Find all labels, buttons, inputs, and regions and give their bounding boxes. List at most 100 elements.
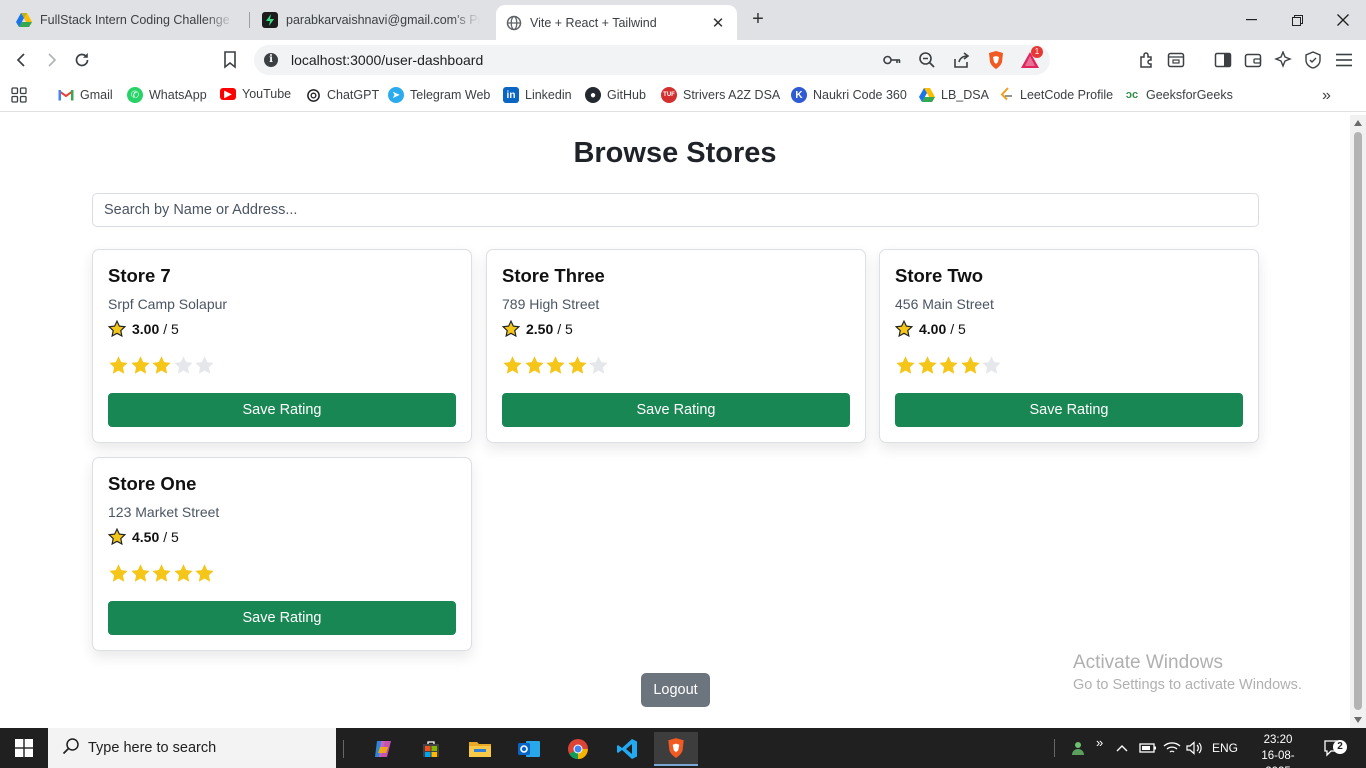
menu-icon[interactable] <box>1332 48 1356 72</box>
bookmark-chatgpt[interactable]: ChatGPT <box>305 87 379 103</box>
bookmark-linkedin[interactable]: in Linkedin <box>503 87 572 103</box>
logout-button[interactable]: Logout <box>641 673 710 707</box>
bookmark-lb-dsa[interactable]: LB_DSA <box>919 87 989 103</box>
save-rating-button[interactable]: Save Rating <box>108 601 456 635</box>
store-search-input[interactable] <box>92 193 1259 227</box>
rating-star-4[interactable] <box>173 562 195 584</box>
rating-star-2[interactable] <box>524 354 546 376</box>
wallet-panel-icon[interactable] <box>1164 48 1188 72</box>
average-rating: 2.50/ 5 <box>501 319 573 338</box>
bookmark-youtube[interactable]: ▶ YouTube <box>220 87 291 101</box>
tab-bolt-project[interactable]: parabkarvaishnavi@gmail.com's Proj <box>252 5 490 35</box>
star-rating-input[interactable] <box>108 354 216 376</box>
wallet-icon[interactable] <box>1241 48 1265 72</box>
rating-star-5[interactable] <box>194 562 216 584</box>
bookmark-strivers[interactable]: TUF Strivers A2Z DSA <box>661 87 780 103</box>
star-rating-input[interactable] <box>108 562 216 584</box>
brave-rewards-icon[interactable]: 1 <box>1020 46 1043 70</box>
close-tab-icon[interactable]: ✕ <box>709 14 727 32</box>
show-hidden-icons-icon[interactable] <box>1115 728 1129 768</box>
volume-icon[interactable] <box>1186 728 1204 768</box>
tab-fullstack-challenge[interactable]: FullStack Intern Coding Challenge - V <box>6 5 244 35</box>
scroll-up-icon[interactable] <box>1354 120 1362 126</box>
rating-star-5[interactable] <box>194 354 216 376</box>
key-icon[interactable] <box>882 50 902 70</box>
language-indicator[interactable]: ENG <box>1212 728 1238 768</box>
microsoft-store-icon[interactable] <box>409 732 453 766</box>
apps-icon[interactable] <box>11 87 27 103</box>
rating-star-1[interactable] <box>895 354 917 376</box>
tab-vite-react[interactable]: Vite + React + Tailwind ✕ <box>496 5 737 40</box>
rating-star-4[interactable] <box>173 354 195 376</box>
address-bar[interactable]: i localhost:3000/user-dashboard 1 <box>254 45 1050 75</box>
sidebar-icon[interactable] <box>1211 48 1235 72</box>
windows-start-icon[interactable] <box>0 728 48 768</box>
star-rating-input[interactable] <box>502 354 610 376</box>
chrome-icon[interactable] <box>556 732 600 766</box>
wifi-icon[interactable] <box>1163 728 1181 768</box>
taskbar-search-box[interactable]: Type here to search <box>48 728 336 768</box>
bookmark-telegram[interactable]: ➤ Telegram Web <box>388 87 490 103</box>
browser-tab-strip: FullStack Intern Coding Challenge - V pa… <box>0 0 1366 40</box>
rating-star-1[interactable] <box>502 354 524 376</box>
rating-star-5[interactable] <box>981 354 1003 376</box>
taskbar-clock[interactable]: 23:20 16-08-2025 <box>1250 732 1306 768</box>
extensions-icon[interactable] <box>1135 48 1159 72</box>
scroll-down-icon[interactable] <box>1354 717 1362 723</box>
vscode-icon[interactable] <box>605 732 649 766</box>
people-icon[interactable] <box>1070 728 1086 768</box>
vpn-icon[interactable] <box>1301 48 1325 72</box>
save-rating-button[interactable]: Save Rating <box>895 393 1243 427</box>
minimize-icon[interactable] <box>1228 0 1274 40</box>
bookmark-gmail[interactable]: Gmail <box>58 87 113 103</box>
star-rating-input[interactable] <box>895 354 1003 376</box>
copilot-icon[interactable] <box>361 732 405 766</box>
outlook-icon[interactable] <box>507 732 551 766</box>
rating-star-3[interactable] <box>151 354 173 376</box>
bookmark-leetcode[interactable]: LeetCode Profile <box>998 87 1113 103</box>
back-icon[interactable] <box>10 48 34 72</box>
rating-star-4[interactable] <box>960 354 982 376</box>
rating-star-1[interactable] <box>108 562 130 584</box>
rating-star-2[interactable] <box>917 354 939 376</box>
file-explorer-icon[interactable] <box>458 732 502 766</box>
leo-ai-icon[interactable] <box>1271 48 1295 72</box>
rating-star-1[interactable] <box>108 354 130 376</box>
telegram-icon: ➤ <box>388 87 404 103</box>
average-rating-value: 3.00 <box>132 321 160 337</box>
brave-browser-icon[interactable] <box>654 732 698 766</box>
share-icon[interactable] <box>951 50 971 70</box>
brave-shields-icon[interactable] <box>986 50 1006 70</box>
page-scrollbar[interactable] <box>1350 115 1366 728</box>
rating-star-2[interactable] <box>130 562 152 584</box>
rating-star-3[interactable] <box>151 562 173 584</box>
rating-star-5[interactable] <box>588 354 610 376</box>
more-bookmarks-icon[interactable]: » <box>1322 87 1331 105</box>
rating-star-3[interactable] <box>938 354 960 376</box>
save-rating-button[interactable]: Save Rating <box>108 393 456 427</box>
close-window-icon[interactable] <box>1320 0 1366 40</box>
bookmark-github[interactable]: ● GitHub <box>585 87 646 103</box>
bookmark-icon[interactable] <box>218 48 242 72</box>
site-info-icon[interactable]: i <box>264 53 278 67</box>
rating-star-2[interactable] <box>130 354 152 376</box>
url-text[interactable]: localhost:3000/user-dashboard <box>291 52 483 68</box>
zoom-out-icon[interactable] <box>917 50 937 70</box>
rating-star-4[interactable] <box>567 354 589 376</box>
forward-icon[interactable] <box>39 48 63 72</box>
save-rating-button[interactable]: Save Rating <box>502 393 850 427</box>
whatsapp-icon: ✆ <box>127 87 143 103</box>
new-tab-button[interactable]: + <box>746 8 770 32</box>
bookmark-geeksforgeeks[interactable]: ↄc GeeksforGeeks <box>1124 87 1233 103</box>
bookmark-whatsapp[interactable]: ✆ WhatsApp <box>127 87 207 103</box>
notifications-icon[interactable]: 2 <box>1323 728 1347 768</box>
naukri-icon: K <box>791 87 807 103</box>
overflow-chevron-icon[interactable]: » <box>1096 722 1103 762</box>
user-dashboard: Browse Stores Store 7 Srpf Camp Solapur 3.… <box>0 115 1350 728</box>
rating-star-3[interactable] <box>545 354 567 376</box>
scrollbar-thumb[interactable] <box>1354 132 1362 710</box>
reload-icon[interactable] <box>70 48 94 72</box>
battery-icon[interactable] <box>1139 728 1157 768</box>
restore-icon[interactable] <box>1274 0 1320 40</box>
bookmark-naukri[interactable]: K Naukri Code 360 <box>791 87 907 103</box>
